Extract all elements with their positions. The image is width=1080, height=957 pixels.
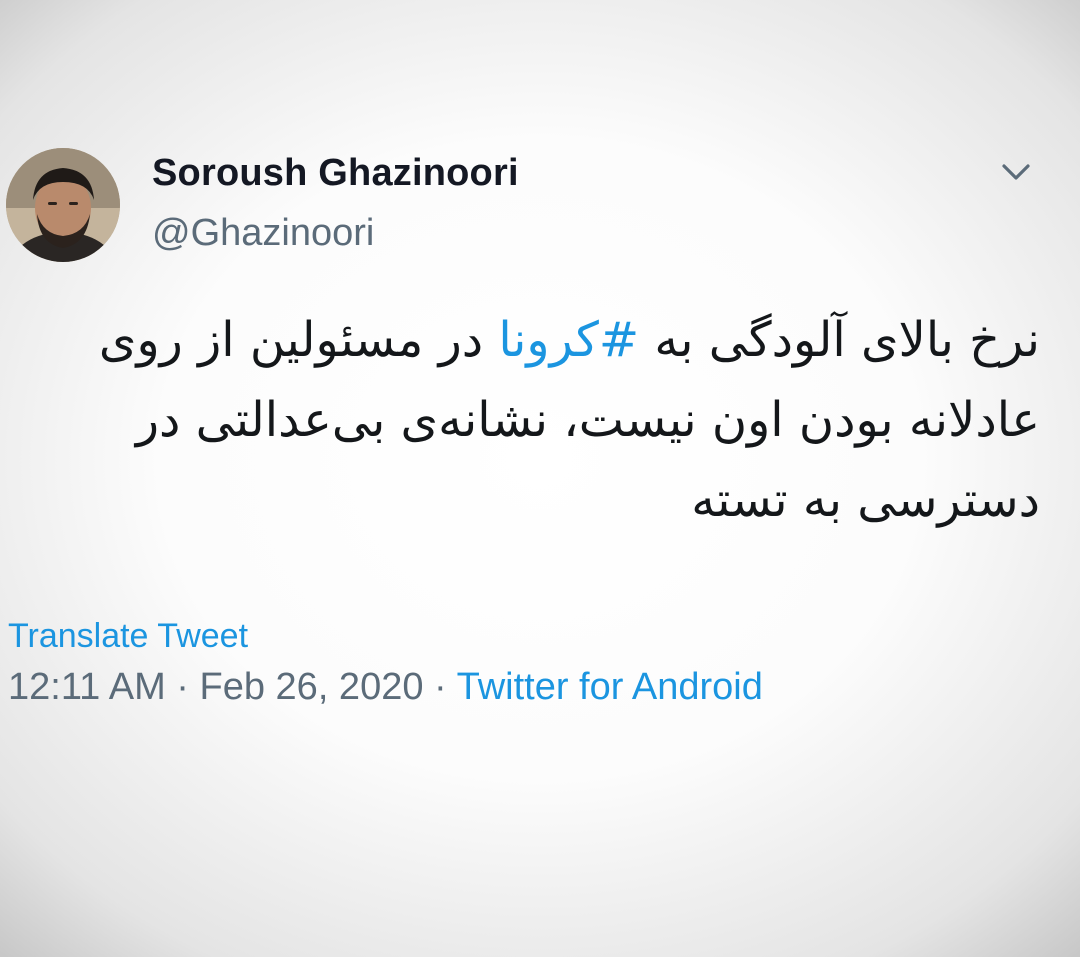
- chevron-down-icon: [1002, 164, 1030, 180]
- meta-separator: ·: [434, 666, 447, 708]
- tweet-text-part: نرخ بالای آلودگی به: [639, 312, 1040, 368]
- tweet-menu-button[interactable]: [996, 156, 1036, 190]
- hashtag-link[interactable]: #کرونا: [498, 312, 639, 368]
- author-display-name[interactable]: Soroush Ghazinoori: [152, 152, 519, 195]
- tweet-card: Soroush Ghazinoori @Ghazinoori نرخ بالای…: [0, 0, 1080, 957]
- tweet-metadata: 12:11 AM · Feb 26, 2020 · Twitter for An…: [8, 666, 763, 709]
- tweet-time: 12:11 AM: [8, 666, 166, 708]
- tweet-text: نرخ بالای آلودگی به #کرونا در مسئولین از…: [40, 300, 1040, 540]
- meta-separator: ·: [176, 666, 189, 708]
- tweet-source-link[interactable]: Twitter for Android: [457, 666, 763, 708]
- tweet-date: Feb 26, 2020: [199, 666, 424, 708]
- translate-tweet-link[interactable]: Translate Tweet: [8, 617, 248, 656]
- avatar-portrait: [6, 148, 120, 262]
- avatar[interactable]: [6, 148, 120, 262]
- author-handle[interactable]: @Ghazinoori: [152, 212, 374, 255]
